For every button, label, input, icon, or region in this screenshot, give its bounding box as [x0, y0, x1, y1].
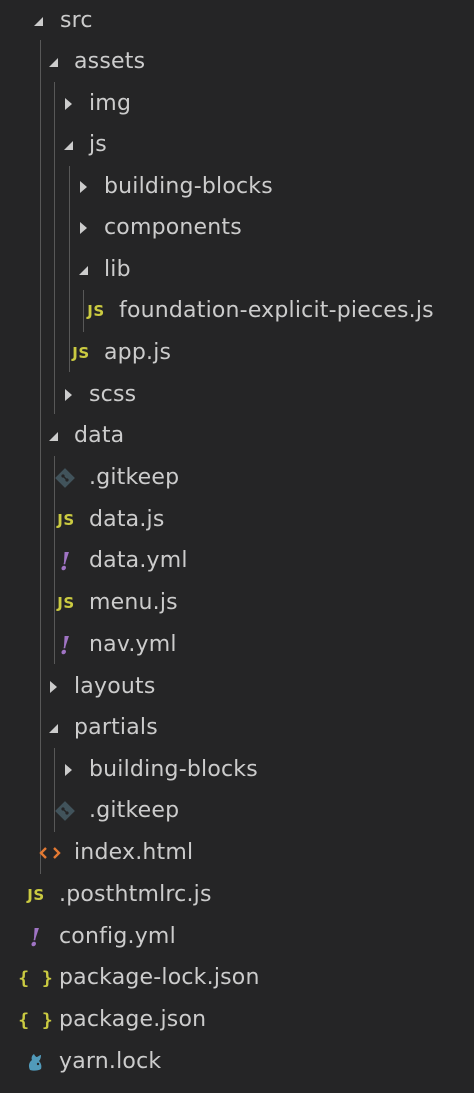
js-file-icon: JS [72, 344, 90, 362]
tree-item-yarn-lock[interactable]: yarn.lock [0, 1041, 474, 1083]
tree-item-data-js[interactable]: JS data.js [0, 499, 474, 541]
folder-label: data [74, 423, 125, 448]
file-label: .posthtmlrc.js [59, 882, 212, 907]
folder-label: lib [104, 257, 131, 282]
file-label: index.html [74, 840, 194, 865]
file-label: package-lock.json [59, 965, 260, 990]
js-file-icon: JS [27, 886, 45, 904]
chevron-right-icon [56, 749, 80, 791]
js-file-icon: JS [87, 302, 105, 320]
json-file-icon: { } [18, 1009, 54, 1031]
folder-label: src [60, 8, 93, 33]
json-file-icon: { } [18, 967, 54, 989]
folder-label: scss [89, 382, 137, 407]
file-label: app.js [104, 340, 172, 365]
tree-item-scss[interactable]: scss [0, 374, 474, 416]
tree-item-layouts[interactable]: layouts [0, 666, 474, 708]
file-label: data.yml [89, 548, 188, 573]
chevron-down-icon [71, 249, 95, 291]
file-label: .gitkeep [89, 465, 180, 490]
tree-item-data[interactable]: data [0, 415, 474, 457]
tree-item-menu-js[interactable]: JS menu.js [0, 582, 474, 624]
yarn-icon [23, 1041, 47, 1083]
chevron-down-icon [56, 124, 80, 166]
yaml-file-icon: ! [59, 630, 71, 660]
git-icon [53, 457, 77, 499]
js-file-icon: JS [57, 511, 75, 529]
tree-item-assets[interactable]: assets [0, 41, 474, 83]
chevron-right-icon [71, 166, 95, 208]
tree-item-partials-gitkeep[interactable]: .gitkeep [0, 790, 474, 832]
file-label: yarn.lock [59, 1049, 162, 1074]
tree-item-partials[interactable]: partials [0, 707, 474, 749]
file-label: config.yml [59, 924, 176, 949]
chevron-right-icon [71, 207, 95, 249]
tree-item-posthtmlrc[interactable]: JS .posthtmlrc.js [0, 874, 474, 916]
file-label: foundation-explicit-pieces.js [119, 298, 434, 323]
tree-item-config-yml[interactable]: ! config.yml [0, 916, 474, 958]
folder-label: building-blocks [89, 757, 258, 782]
tree-item-partials-building-blocks[interactable]: building-blocks [0, 749, 474, 791]
folder-label: assets [74, 49, 146, 74]
chevron-down-icon [41, 41, 65, 83]
chevron-right-icon [56, 374, 80, 416]
tree-item-foundation-explicit-pieces[interactable]: JS foundation-explicit-pieces.js [0, 290, 474, 332]
folder-label: components [104, 215, 242, 240]
file-label: data.js [89, 507, 165, 532]
file-label: menu.js [89, 590, 178, 615]
tree-item-building-blocks[interactable]: building-blocks [0, 166, 474, 208]
folder-label: partials [74, 715, 158, 740]
tree-item-js[interactable]: js [0, 124, 474, 166]
folder-label: img [89, 91, 132, 116]
chevron-right-icon [41, 666, 65, 708]
js-file-icon: JS [57, 594, 75, 612]
tree-item-app-js[interactable]: JS app.js [0, 332, 474, 374]
folder-label: js [89, 132, 107, 157]
git-icon [53, 790, 77, 832]
folder-label: layouts [74, 674, 156, 699]
tree-item-data-gitkeep[interactable]: .gitkeep [0, 457, 474, 499]
chevron-down-icon [26, 0, 50, 42]
html-file-icon [38, 832, 62, 874]
tree-item-src[interactable]: src [0, 0, 474, 42]
file-label: package.json [59, 1007, 207, 1032]
folder-label: building-blocks [104, 174, 273, 199]
tree-item-lib[interactable]: lib [0, 249, 474, 291]
file-label: nav.yml [89, 632, 177, 657]
chevron-right-icon [56, 83, 80, 125]
chevron-down-icon [41, 707, 65, 749]
tree-item-package-json[interactable]: { } package.json [0, 999, 474, 1041]
file-explorer-tree: src assets img js building-blocks compon… [0, 0, 474, 1093]
yaml-file-icon: ! [59, 546, 71, 576]
tree-item-index-html[interactable]: index.html [0, 832, 474, 874]
tree-item-data-yml[interactable]: ! data.yml [0, 540, 474, 582]
chevron-down-icon [41, 415, 65, 457]
tree-item-package-lock[interactable]: { } package-lock.json [0, 957, 474, 999]
tree-item-img[interactable]: img [0, 83, 474, 125]
tree-item-components[interactable]: components [0, 207, 474, 249]
tree-item-nav-yml[interactable]: ! nav.yml [0, 624, 474, 666]
file-label: .gitkeep [89, 798, 180, 823]
yaml-file-icon: ! [29, 922, 41, 952]
